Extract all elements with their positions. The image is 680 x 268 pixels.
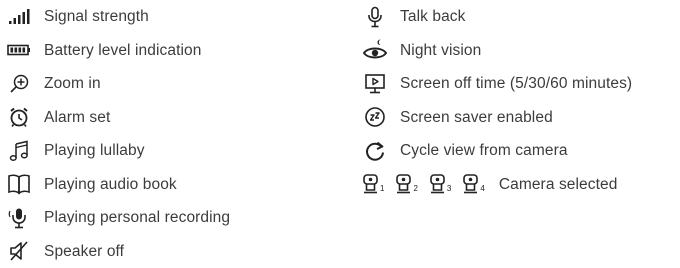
legend-label: Zoom in (44, 76, 101, 92)
legend-label: Playing personal recording (44, 210, 230, 226)
screen-off-timer-icon (362, 71, 388, 97)
camera-3-icon: 3 (429, 174, 451, 194)
legend-item-cycle-view: Cycle view from camera (362, 134, 632, 168)
legend-item-battery-level: Battery level indication (6, 34, 230, 68)
legend-item-zoom-in: Zoom in (6, 67, 230, 101)
legend-label: Screen off time (5/30/60 minutes) (400, 76, 632, 92)
night-vision-eye-icon (362, 37, 388, 63)
legend-item-talk-back: Talk back (362, 0, 632, 34)
music-note-icon (6, 138, 32, 164)
zoom-in-icon (6, 71, 32, 97)
alarm-clock-icon (6, 104, 32, 130)
camera-number: 1 (380, 185, 384, 193)
camera-4-icon: 4 (462, 174, 484, 194)
legend-item-playing-audio-book: Playing audio book (6, 168, 230, 202)
microphone-icon (362, 4, 388, 30)
camera-selected-icon: 1 2 3 (362, 174, 485, 194)
legend-item-night-vision: Night vision (362, 34, 632, 68)
legend-item-alarm-set: Alarm set (6, 101, 230, 135)
screen-saver-icon (362, 104, 388, 130)
legend-item-camera-selected: 1 2 3 (362, 168, 632, 202)
speaker-off-icon (6, 238, 32, 264)
legend-label: Camera selected (499, 177, 618, 193)
camera-1-icon: 1 (362, 174, 384, 194)
cycle-view-icon (362, 138, 388, 164)
legend-item-screen-off-time: Screen off time (5/30/60 minutes) (362, 67, 632, 101)
legend-label: Alarm set (44, 110, 110, 126)
camera-2-icon: 2 (395, 174, 417, 194)
legend-label: Playing lullaby (44, 143, 145, 159)
recording-microphone-icon (6, 205, 32, 231)
battery-icon (6, 37, 32, 63)
legend-label: Talk back (400, 9, 466, 25)
legend-label: Playing audio book (44, 177, 177, 193)
open-book-icon (6, 171, 32, 197)
legend-label: Screen saver enabled (400, 110, 553, 126)
legend-right-column: Talk back Night vision Screen off time (… (362, 0, 632, 201)
legend-label: Cycle view from camera (400, 143, 568, 159)
legend-item-speaker-off: Speaker off (6, 235, 230, 268)
legend-label: Battery level indication (44, 43, 201, 59)
camera-number: 3 (447, 185, 451, 193)
camera-number: 2 (413, 185, 417, 193)
legend-label: Speaker off (44, 244, 124, 260)
signal-strength-icon (6, 4, 32, 30)
legend-item-signal-strength: Signal strength (6, 0, 230, 34)
legend-label: Night vision (400, 43, 481, 59)
camera-number: 4 (480, 185, 484, 193)
legend-label: Signal strength (44, 9, 149, 25)
legend-left-column: Signal strength Battery level indication (6, 0, 230, 268)
legend-item-screen-saver: Screen saver enabled (362, 101, 632, 135)
legend-item-playing-lullaby: Playing lullaby (6, 134, 230, 168)
legend-item-playing-personal-recording: Playing personal recording (6, 201, 230, 235)
